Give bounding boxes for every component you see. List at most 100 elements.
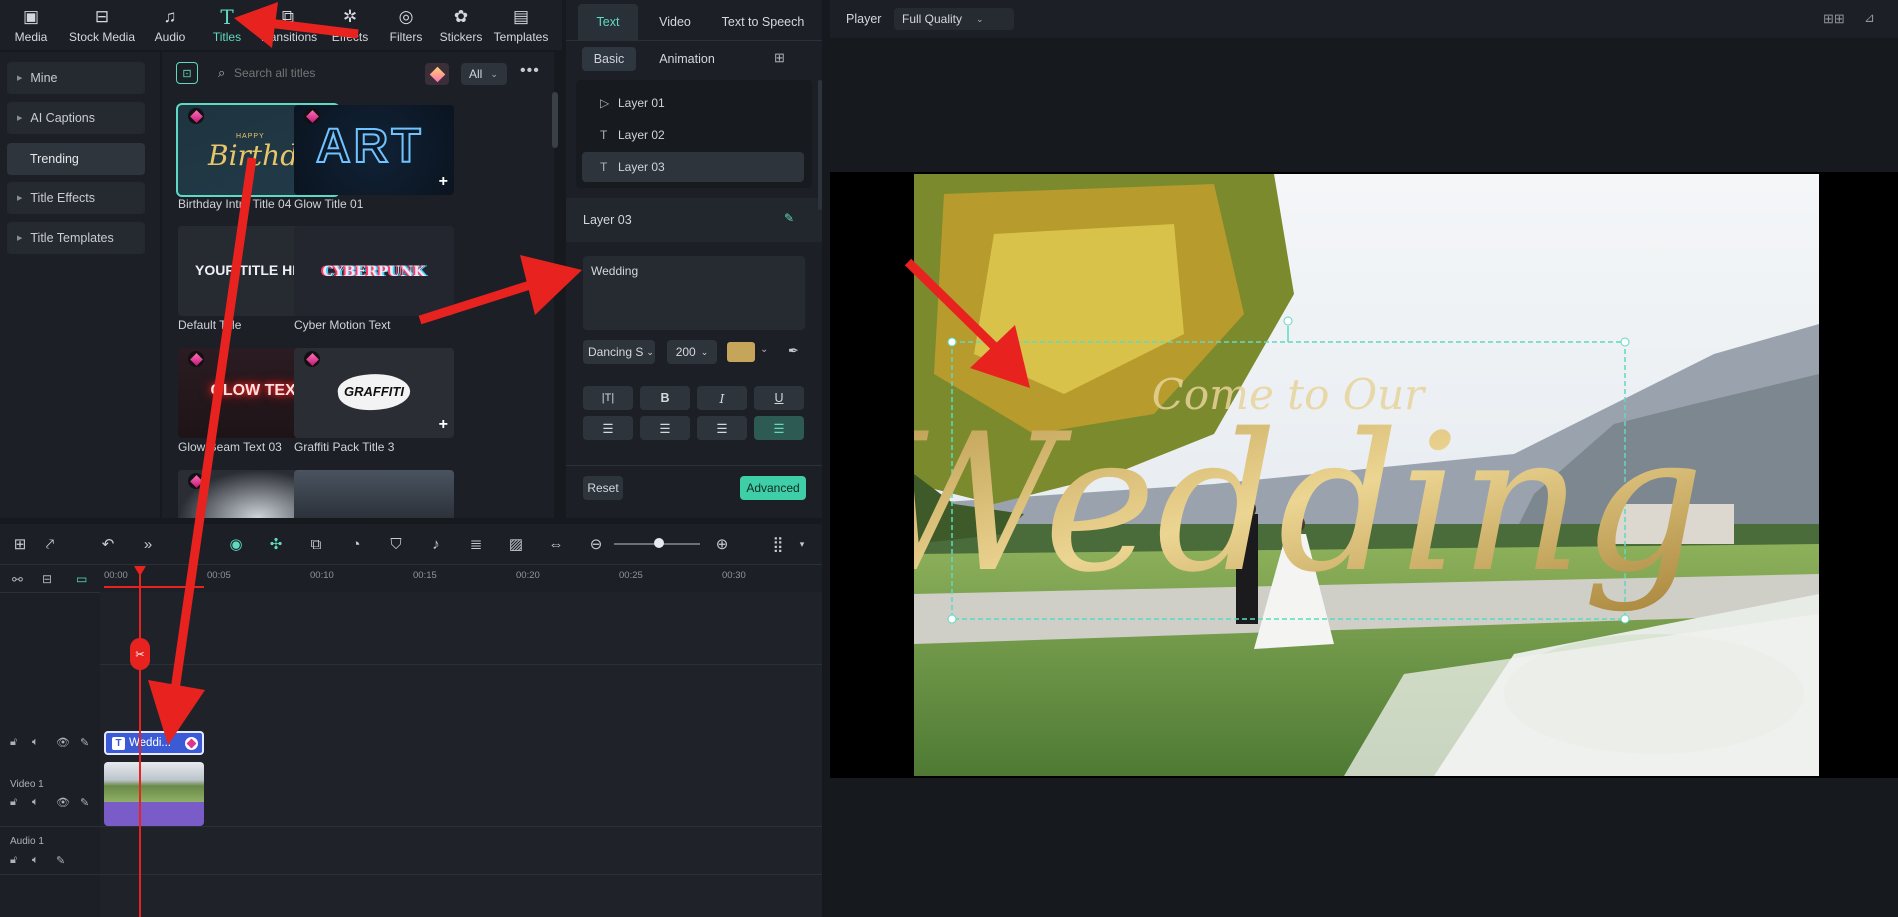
category-sidebar: ▶ Mine ▶ AI Captions Trending ▶ Title Effec… [0,52,160,518]
bold-button[interactable]: B [640,386,690,410]
track-add-icon[interactable]: ⊟ [42,572,52,586]
filters-icon: ◎ [398,7,414,26]
char-spacing-button[interactable]: |T| [583,386,633,410]
chevron-down-icon[interactable]: ⌄ [760,344,768,355]
camera-icon[interactable]: ⧉ [306,534,326,554]
mute-pen-icon[interactable]: ✎ [80,736,89,749]
speaker-icon[interactable]: 🔈︎ [32,796,39,809]
video-preview[interactable]: Come to Our Wedding [914,174,1819,776]
snap-icon[interactable]: ▭ [76,572,87,586]
quality-dropdown[interactable]: Full Quality ⌄ [894,8,1014,30]
speaker-icon[interactable]: 🔈︎ [32,854,39,867]
lock-icon[interactable]: 🔓︎ [10,736,17,749]
toolbar-transitions[interactable]: ⧉ Transitions [256,0,320,50]
tab-text[interactable]: Text [578,4,638,40]
title-tile-glow-title[interactable]: ART + [294,105,454,195]
waveform-icon[interactable]: ⊿ [1864,10,1875,26]
toolbar-media[interactable]: ▣ Media [0,0,62,50]
lock-icon[interactable]: 🔓︎ [10,796,17,809]
player-viewport: Come to Our Wedding [830,172,1898,778]
align-right-button[interactable]: ☰ [697,416,747,440]
premium-gem-button[interactable] [425,63,449,85]
toolbar-audio[interactable]: ♫ Audio [142,0,198,50]
scissors-icon[interactable]: ✂ [130,638,150,670]
zoom-out-icon[interactable]: ⊖ [586,534,606,554]
align-left-button[interactable]: ☰ [583,416,633,440]
toolbar-effects[interactable]: ✲ Effects [320,0,380,50]
speed-icon[interactable]: ◔ [346,534,366,554]
forward-icon[interactable]: » [138,534,158,554]
speaker-icon[interactable]: 🔈︎ [32,736,39,749]
title-tile-photo[interactable] [294,470,454,518]
tab-video[interactable]: Video [642,4,708,40]
text-color-swatch[interactable] [727,342,755,362]
eyedropper-icon[interactable]: ✒ [788,343,799,359]
select-tool-icon[interactable]: ⤤ [40,534,60,554]
mute-pen-icon[interactable]: ✎ [56,854,65,867]
sidebar-item-title-templates[interactable]: ▶ Title Templates [7,222,145,254]
props-scrollbar[interactable] [818,80,822,210]
mute-pen-icon[interactable]: ✎ [80,796,89,809]
subtab-basic[interactable]: Basic [582,47,636,71]
toolbar-filters[interactable]: ◎ Filters [380,0,432,50]
text-content-field[interactable]: Wedding [583,256,805,330]
add-icon[interactable]: + [439,417,448,433]
shield-icon[interactable]: ⛉ [386,534,406,554]
reset-button[interactable]: Reset [583,476,623,500]
lock-icon[interactable]: 🔓︎ [10,854,17,867]
eye-icon[interactable]: 👁︎ [56,736,70,749]
mic-icon[interactable]: ♪ [426,534,446,554]
toolbar-stickers[interactable]: ✿ Stickers [432,0,490,50]
ripple-icon[interactable]: ✣ [266,534,286,554]
link-icon[interactable]: ⚯ [12,572,23,588]
grid-menu-icon[interactable]: ⣿ [768,534,788,554]
toolbar-titles[interactable]: T Titles [198,0,256,50]
compare-view-icon[interactable]: ⊞⊞ [1823,11,1845,27]
tab-text-to-speech[interactable]: Text to Speech [712,4,814,40]
layer-item-01[interactable]: ▷ Layer 01 [582,88,804,118]
sidebar-item-title-effects[interactable]: ▶ Title Effects [7,182,145,214]
toolbar-stock-media[interactable]: ⊟ Stock Media [62,0,142,50]
save-preset-icon[interactable]: ⊞ [774,50,785,66]
sidebar-item-ai-captions[interactable]: ▶ AI Captions [7,102,145,134]
chevron-down-icon[interactable]: ▾ [792,534,812,554]
ai-mate-icon[interactable]: ◉ [226,534,246,554]
sidebar-item-mine[interactable]: ▶ Mine [7,62,145,94]
browser-scrollbar[interactable] [552,92,558,148]
ai-search-icon[interactable]: ⊡ [176,62,198,84]
zoom-slider-handle[interactable] [654,538,664,548]
font-size-dropdown[interactable]: 200 ⌄ [667,340,717,364]
justify-button[interactable]: ☰ [754,416,804,440]
video-clip[interactable] [104,762,204,826]
more-options-icon[interactable]: ••• [520,62,540,80]
search-input[interactable] [234,62,384,84]
layer-item-03[interactable]: T Layer 03 [582,152,804,182]
sidebar-item-trending[interactable]: Trending [7,143,145,175]
fit-icon[interactable]: ⇔ [546,534,566,554]
clip-icon[interactable]: ▨ [506,534,526,554]
underline-button[interactable]: U [754,386,804,410]
filter-dropdown[interactable]: All ⌄ [461,63,507,85]
video-thumbnail [104,762,204,802]
title-clip[interactable]: T Weddi... [104,731,204,755]
subtab-animation[interactable]: Animation [652,47,722,71]
audio-edit-icon[interactable]: ≣ [466,534,486,554]
timeline-panel: ⊞ ⤤ ↶ » ◉ ✣ ⧉ ◔ ⛉ ♪ ≣ ▨ ⇔ ⊖ ⊕ ⣿ ▾ ⚯ ⊟ ▭ … [0,524,822,917]
playhead[interactable] [139,566,141,917]
add-icon[interactable]: + [439,174,448,190]
timeline-ruler[interactable]: 00:00 00:05 00:10 00:15 00:20 00:25 00:3… [104,566,822,592]
layer-item-02[interactable]: T Layer 02 [582,120,804,150]
title-tile-graffiti[interactable]: GRAFFITI + [294,348,454,438]
undo-icon[interactable]: ↶ [98,534,118,554]
font-dropdown[interactable]: Dancing S ⌄ [583,340,655,364]
zoom-in-icon[interactable]: ⊕ [712,534,732,554]
title-tile-cyber-motion[interactable]: CYBERPUNK [294,226,454,316]
eye-icon[interactable]: 👁︎ [56,796,70,809]
layout-icon[interactable]: ⊞ [10,534,30,554]
italic-button[interactable]: I [697,386,747,410]
ai-edit-icon[interactable]: ✎ [784,211,794,225]
advanced-button[interactable]: Advanced [740,476,806,500]
play-circle-icon: ▷ [600,96,610,110]
toolbar-templates[interactable]: ▤ Templates [490,0,552,50]
align-center-button[interactable]: ☰ [640,416,690,440]
